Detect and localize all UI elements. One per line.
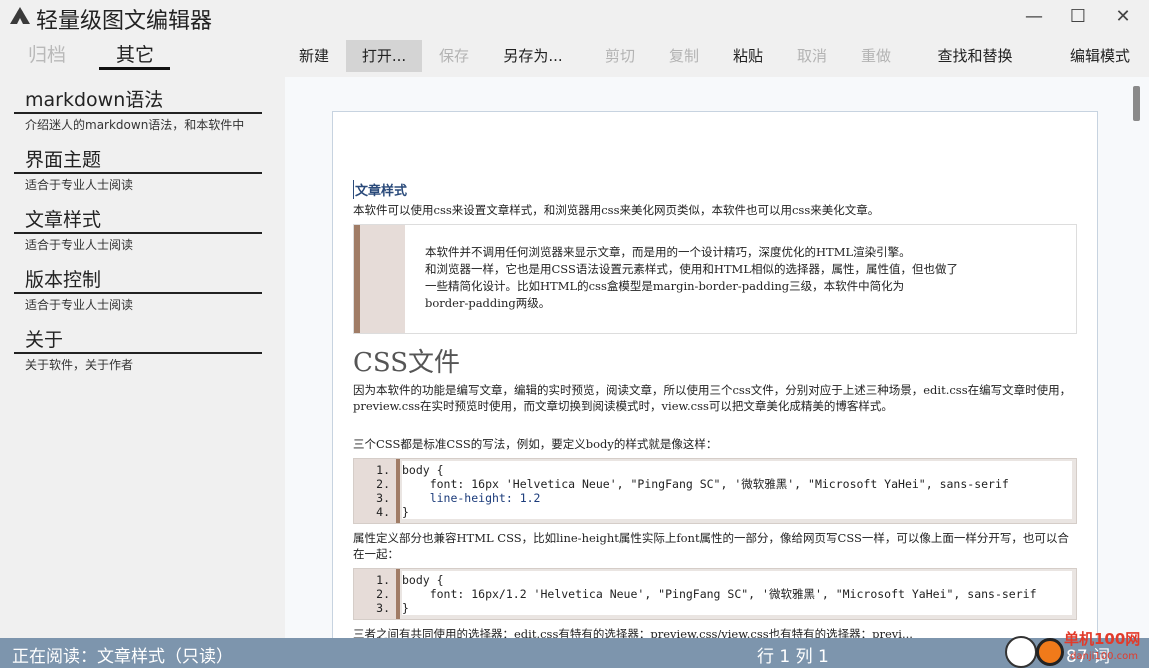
code-body: body { font: 16px 'Helvetica Neue', "Pin… [402,461,1072,519]
undo-button[interactable]: 取消 [789,40,835,72]
app-title: 轻量级图文编辑器 [36,9,213,34]
sidebar-item-title: 文章样式 [25,209,102,231]
find-replace-button[interactable]: 查找和替换 [927,40,1023,72]
sidebar-item-desc: 适合于专业人士阅读 [25,178,134,192]
status-bar: 正在阅读：文章样式（只读） 行 1 列 1 87 词 [0,638,1149,668]
cut-button[interactable]: 剪切 [597,40,643,72]
sidebar-item-theme[interactable]: 界面主题 适合于专业人士阅读 [14,148,264,193]
save-button[interactable]: 保存 [431,40,477,72]
watermark-sub: danji100.com [1070,651,1138,662]
section-heading: CSS文件 [353,348,461,378]
divider [14,232,262,234]
copy-button[interactable]: 复制 [661,40,707,72]
tab-archive[interactable]: 归档 [28,40,66,67]
line-number: 2. [376,587,390,601]
line-numbers: 1. 2. 3. [354,569,396,619]
document-view[interactable]: 文章样式 本软件可以使用css来设置文章样式，和浏览器用css来美化网页类似，本… [285,77,1149,638]
code-block: 1. 2. 3. body { font: 16px/1.2 'Helvetic… [353,568,1077,620]
sidebar-item-version-control[interactable]: 版本控制 适合于专业人士阅读 [14,268,264,313]
watermark-logo-icon [1036,638,1064,666]
code-line: font: 16px 'Helvetica Neue', "PingFang S… [402,477,1009,491]
code-line: } [402,505,409,519]
code-block: 1. 2. 3. 4. body { font: 16px 'Helvetica… [353,458,1077,524]
sidebar-item-desc: 关于软件，关于作者 [25,358,134,372]
line-number: 1. [376,463,390,477]
watermark-plus-icon [1005,636,1037,668]
line-number: 2. [376,477,390,491]
new-button[interactable]: 新建 [291,40,337,72]
code-line: } [402,601,409,615]
code-body: body { font: 16px/1.2 'Helvetica Neue', … [402,571,1072,615]
article-heading: 文章样式 [353,180,407,199]
sidebar-item-desc: 适合于专业人士阅读 [25,298,134,312]
tab-other[interactable]: 其它 [116,40,154,67]
sidebar-item-desc: 介绍迷人的markdown语法，和本软件中 [25,118,245,132]
sidebar-item-desc: 适合于专业人士阅读 [25,238,134,252]
app-logo-icon [10,7,30,24]
quote-line: border-padding两级。 [425,296,551,310]
edit-mode-button[interactable]: 编辑模式 [1063,40,1137,72]
code-line: font: 16px/1.2 'Helvetica Neue', "PingFa… [402,587,1037,601]
save-as-button[interactable]: 另存为... [495,40,571,72]
sidebar-item-article-style[interactable]: 文章样式 适合于专业人士阅读 [14,208,264,253]
sidebar-item-markdown[interactable]: markdown语法 介绍迷人的markdown语法，和本软件中 [14,88,264,133]
divider [14,292,262,294]
sidebar-item-title: markdown语法 [25,89,164,111]
blockquote: 本软件并不调用任何浏览器来显示文章，而是用的一个设计精巧，深度优化的HTML渲染… [353,224,1077,334]
document-page: 文章样式 本软件可以使用css来设置文章样式，和浏览器用css来美化网页类似，本… [332,111,1098,638]
divider [14,352,262,354]
paragraph: 三者之间有共同使用的选择器：edit.css有特有的选择器：preview.cs… [353,627,913,638]
quote-text: 本软件并不调用任何浏览器来显示文章，而是用的一个设计精巧，深度优化的HTML渲染… [425,244,1065,312]
toolbar: 新建 打开... 保存 另存为... 剪切 复制 粘贴 取消 重做 查找和替换 … [285,36,1149,76]
line-number: 4. [376,505,390,519]
code-bar [396,459,400,523]
sidebar: 归档 其它 markdown语法 介绍迷人的markdown语法，和本软件中 界… [0,36,285,638]
quote-line: 一些精简化设计。比如HTML的css盒模型是margin-border-padd… [425,279,905,293]
line-number: 3. [376,491,390,505]
minimize-button[interactable]: — [1014,4,1054,30]
maximize-button[interactable]: ☐ [1058,4,1098,30]
code-line: body { [402,463,444,477]
sidebar-item-title: 版本控制 [25,269,102,291]
open-button[interactable]: 打开... [346,40,422,72]
scrollbar-thumb[interactable] [1133,86,1140,121]
paragraph: 三个CSS都是标准CSS的写法，例如，要定义body的样式就是像这样： [353,437,718,451]
paragraph: 属性定义部分也兼容HTML CSS，比如line-height属性实际上font… [353,531,1069,561]
active-tab-indicator [99,67,170,70]
code-bar [396,569,400,619]
line-numbers: 1. 2. 3. 4. [354,459,396,523]
divider [14,112,262,114]
divider [14,172,262,174]
line-number: 3. [376,601,390,615]
paragraph: 因为本软件的功能是编写文章，编辑的实时预览，阅读文章，所以使用三个css文件，分… [353,383,1072,413]
code-line: body { [402,573,444,587]
sidebar-item-title: 界面主题 [25,149,102,171]
cursor-position: 行 1 列 1 [757,647,829,667]
intro-paragraph: 本软件可以使用css来设置文章样式，和浏览器用css来美化网页类似，本软件也可以… [353,203,880,217]
code-line: line-height: 1.2 [402,491,541,505]
watermark-text: 单机100网 [1064,630,1141,648]
redo-button[interactable]: 重做 [853,40,899,72]
quote-line: 和浏览器一样，它也是用CSS语法设置元素样式，使用和HTML相似的选择器，属性，… [425,262,958,276]
title-bar: 轻量级图文编辑器 — ☐ ✕ [0,0,1149,36]
quote-line: 本软件并不调用任何浏览器来显示文章，而是用的一个设计精巧，深度优化的HTML渲染… [425,245,911,259]
quote-gutter [360,225,405,333]
close-button[interactable]: ✕ [1103,4,1143,30]
status-reading: 正在阅读：文章样式（只读） [12,647,233,667]
sidebar-item-about[interactable]: 关于 关于软件，关于作者 [14,328,264,373]
paste-button[interactable]: 粘贴 [725,40,771,72]
line-number: 1. [376,573,390,587]
sidebar-item-title: 关于 [25,329,64,351]
